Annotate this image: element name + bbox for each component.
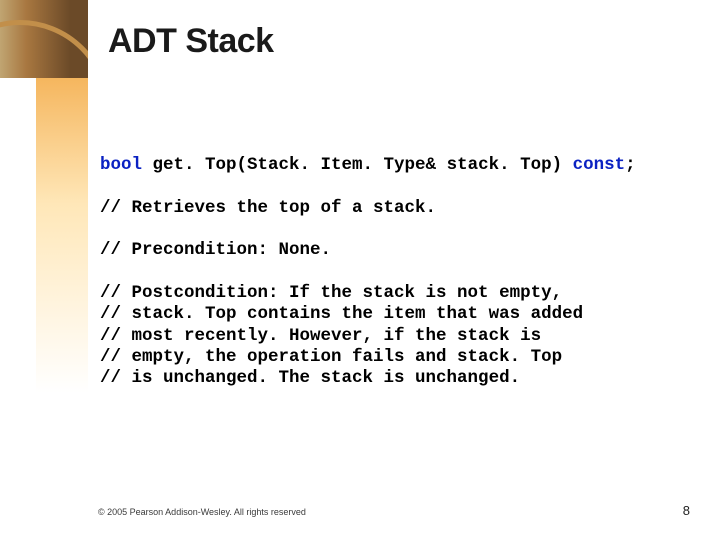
- keyword-const: const: [573, 155, 626, 175]
- side-gradient-strip: [36, 78, 88, 498]
- code-comment-1: // Retrieves the top of a stack.: [100, 198, 436, 218]
- code-block: bool get. Top(Stack. Item. Type& stack. …: [100, 155, 680, 390]
- copyright-text: © 2005 Pearson Addison-Wesley. All right…: [98, 507, 306, 517]
- code-comment-3: // Postcondition: If the stack is not em…: [100, 283, 562, 303]
- slide-title: ADT Stack: [108, 22, 274, 61]
- code-signature-mid: get. Top(Stack. Item. Type& stack. Top): [142, 155, 573, 175]
- code-comment-5: // most recently. However, if the stack …: [100, 326, 541, 346]
- header-graphic: [0, 0, 88, 78]
- page-number: 8: [683, 503, 690, 518]
- code-comment-6: // empty, the operation fails and stack.…: [100, 347, 562, 367]
- code-signature-end: ;: [625, 155, 636, 175]
- keyword-bool: bool: [100, 155, 142, 175]
- code-comment-2: // Precondition: None.: [100, 240, 331, 260]
- code-comment-4: // stack. Top contains the item that was…: [100, 304, 583, 324]
- code-comment-7: // is unchanged. The stack is unchanged.: [100, 368, 520, 388]
- footer: © 2005 Pearson Addison-Wesley. All right…: [98, 503, 690, 518]
